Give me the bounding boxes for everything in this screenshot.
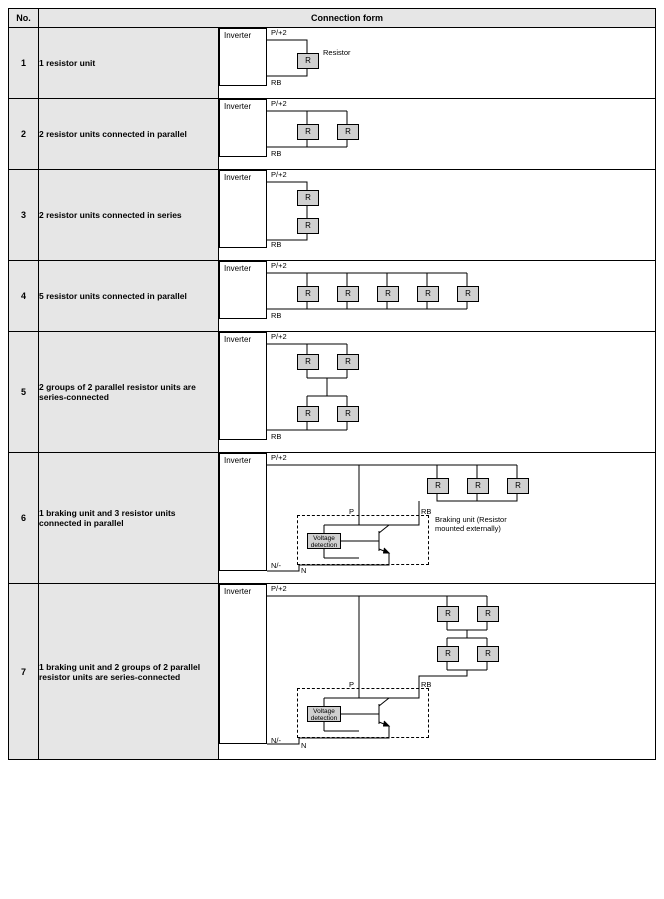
row-diagram: Inverter P/+2 RB R R R R [219,332,656,453]
row-no: 3 [9,170,39,261]
connection-table: No. Connection form 1 1 resistor unit In… [8,8,656,760]
header-no: No. [9,9,39,28]
resistor-r: R [507,478,529,494]
p-plus-2-label: P/+2 [271,453,287,462]
row-desc: 2 resistor units connected in series [39,170,219,261]
p-plus-2-label: P/+2 [271,332,287,341]
resistor-label: Resistor [323,48,351,57]
row-diagram: Inverter P/+2 RB R Resistor [219,28,656,99]
inverter-box: Inverter [219,261,267,319]
row-no: 2 [9,99,39,170]
inverter-box: Inverter [219,170,267,248]
p-plus-2-label: P/+2 [271,99,287,108]
row-diagram: Inverter P/+2 RB R R [219,170,656,261]
table-row: 2 2 resistor units connected in parallel… [9,99,656,170]
row-desc: 2 groups of 2 parallel resistor units ar… [39,332,219,453]
table-row: 7 1 braking unit and 2 groups of 2 paral… [9,584,656,760]
resistor-r: R [337,124,359,140]
resistor-r: R [437,646,459,662]
resistor-r: R [337,286,359,302]
resistor-r: R [297,124,319,140]
inverter-box: Inverter [219,584,267,744]
table-row: 4 5 resistor units connected in parallel… [9,261,656,332]
row-no: 6 [9,453,39,584]
resistor-r: R [297,406,319,422]
resistor-r: R [297,190,319,206]
resistor-r: R [297,354,319,370]
row-no: 5 [9,332,39,453]
resistor-r: R [297,53,319,69]
resistor-r: R [437,606,459,622]
row-no: 7 [9,584,39,760]
p-label: P [349,507,354,516]
resistor-r: R [457,286,479,302]
row-diagram: Inverter P/+2 RB R R R R R [219,261,656,332]
rb-label: RB [271,240,281,249]
p-plus-2-label: P/+2 [271,261,287,270]
row-diagram: Inverter P/+2 N/- R R R Voltage detectio… [219,453,656,584]
resistor-r: R [297,286,319,302]
resistor-r: R [467,478,489,494]
rb-label: RB [271,432,281,441]
rb-label: RB [271,311,281,320]
resistor-r: R [477,606,499,622]
table-row: 5 2 groups of 2 parallel resistor units … [9,332,656,453]
table-row: 1 1 resistor unit Inverter P/+2 RB R Res… [9,28,656,99]
table-row: 6 1 braking unit and 3 resistor units co… [9,453,656,584]
p-plus-2-label: P/+2 [271,28,287,37]
row-diagram: Inverter P/+2 RB R R [219,99,656,170]
inverter-box: Inverter [219,332,267,440]
resistor-r: R [377,286,399,302]
row-desc: 5 resistor units connected in parallel [39,261,219,332]
resistor-r: R [337,354,359,370]
row-desc: 1 braking unit and 3 resistor units conn… [39,453,219,584]
rb-label: RB [421,680,431,689]
row-desc: 2 resistor units connected in parallel [39,99,219,170]
resistor-r: R [297,218,319,234]
inverter-box: Inverter [219,99,267,157]
resistor-r: R [417,286,439,302]
n-label: N [301,741,306,750]
row-diagram: Inverter P/+2 N/- R R R R Voltage detect… [219,584,656,760]
rb-label: RB [421,507,431,516]
row-no: 1 [9,28,39,99]
voltage-detection-box: Voltage detection [307,706,341,722]
inverter-box: Inverter [219,453,267,571]
row-desc: 1 braking unit and 2 groups of 2 paralle… [39,584,219,760]
p-plus-2-label: P/+2 [271,170,287,179]
p-plus-2-label: P/+2 [271,584,287,593]
braking-unit-note: Braking unit (Resistor mounted externall… [435,515,535,533]
voltage-detection-box: Voltage detection [307,533,341,549]
n-label: N [301,566,306,575]
p-label: P [349,680,354,689]
row-no: 4 [9,261,39,332]
row-desc: 1 resistor unit [39,28,219,99]
table-row: 3 2 resistor units connected in series I… [9,170,656,261]
header-form: Connection form [39,9,656,28]
resistor-r: R [477,646,499,662]
inverter-box: Inverter [219,28,267,86]
n-minus-label: N/- [271,561,281,570]
resistor-r: R [337,406,359,422]
rb-label: RB [271,149,281,158]
n-minus-label: N/- [271,736,281,745]
rb-label: RB [271,78,281,87]
resistor-r: R [427,478,449,494]
